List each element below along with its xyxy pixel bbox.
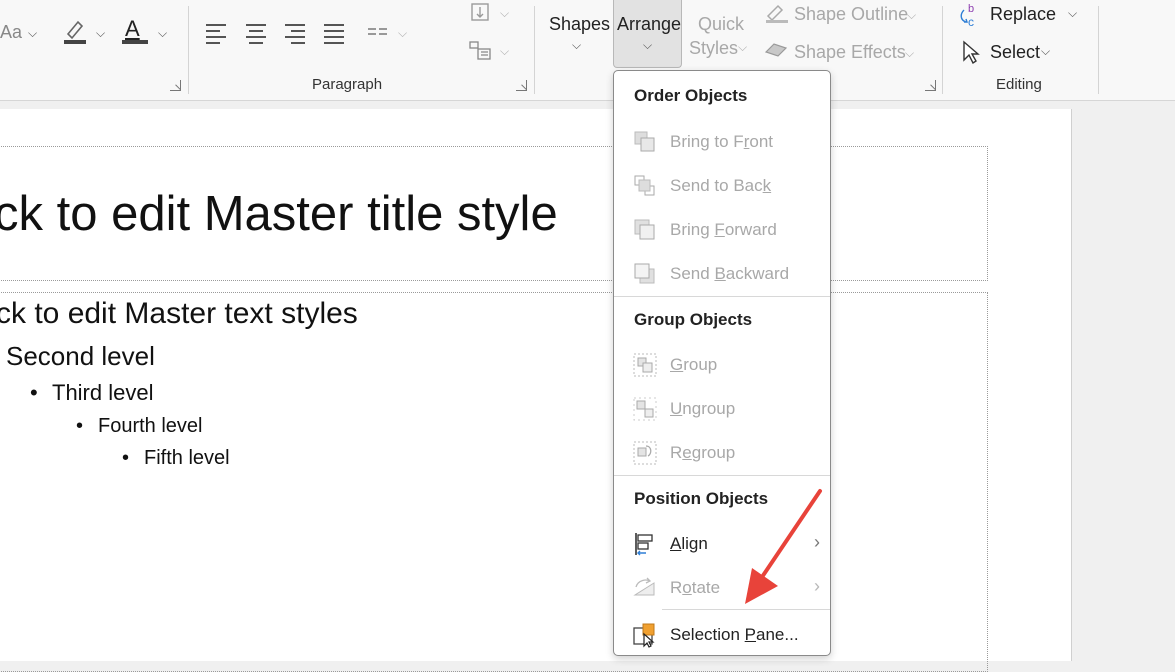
annotation-arrow-icon <box>745 489 822 604</box>
